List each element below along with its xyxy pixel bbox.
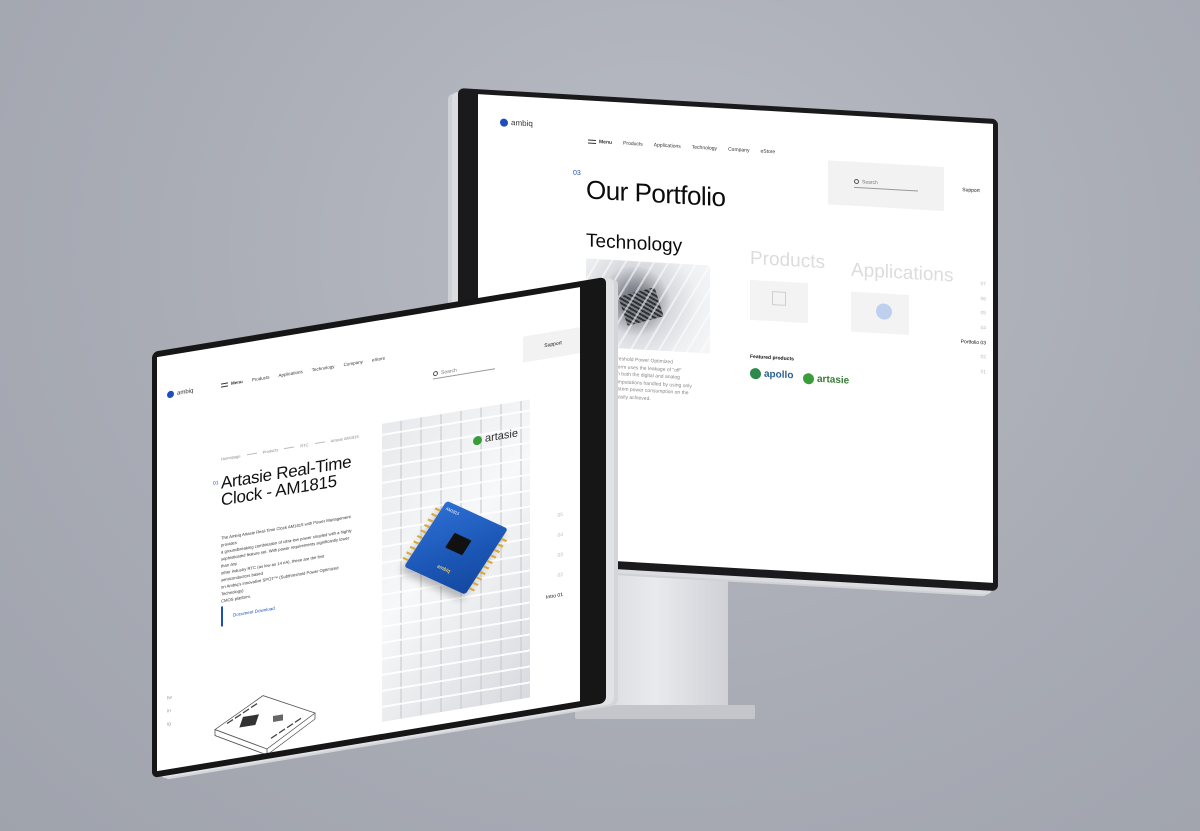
apollo-label: apollo — [764, 368, 794, 382]
pager-item[interactable]: 05 — [980, 310, 986, 316]
pager-item-active[interactable]: Intro 01 — [546, 592, 563, 601]
social-links: tw in ig — [167, 695, 172, 728]
featured-apollo[interactable]: apollo — [750, 367, 794, 382]
nav-applications[interactable]: Applications — [279, 369, 303, 378]
breadcrumb-separator — [246, 452, 257, 458]
product-photo: artasie AM1815 ambiq — [382, 399, 530, 722]
nav-estore[interactable]: eStore — [372, 355, 385, 362]
pager-item[interactable]: 06 — [980, 296, 986, 302]
hamburger-icon — [221, 381, 228, 388]
instagram-icon[interactable]: ig — [167, 721, 172, 728]
back-support-button[interactable]: Support — [944, 167, 993, 215]
pager-item[interactable]: 04 — [980, 325, 986, 331]
artasie-logo-icon — [803, 372, 814, 385]
nav-applications[interactable]: Applications — [654, 142, 681, 150]
front-support-button[interactable]: Support — [523, 326, 580, 363]
logo-text: ambiq — [177, 387, 194, 397]
front-monitor: ambiq Menu Products Applications Technol… — [152, 276, 606, 778]
nav-company[interactable]: Company — [344, 359, 363, 367]
artasie-logo-icon — [472, 434, 482, 446]
product-title: Artasie Real-Time Clock - AM1815 — [221, 452, 351, 510]
back-monitor-stand-base — [575, 705, 755, 719]
pager-item[interactable]: 05 — [557, 512, 563, 519]
linkedin-icon[interactable]: in — [167, 708, 172, 715]
back-logo[interactable]: ambiq — [500, 117, 533, 128]
nav-estore[interactable]: eStore — [760, 148, 775, 155]
artasie-label: artasie — [817, 373, 850, 387]
pager-item[interactable]: 01 — [980, 369, 986, 375]
page-title: Our Portfolio — [586, 174, 726, 213]
logo-icon — [500, 117, 508, 127]
twitter-icon[interactable]: tw — [167, 695, 172, 702]
nav-company[interactable]: Company — [728, 147, 749, 154]
apollo-logo-icon — [750, 367, 761, 380]
nav-products[interactable]: Products — [252, 375, 270, 383]
support-label: Support — [544, 340, 562, 350]
back-search-area: Search Support — [828, 160, 993, 215]
logo-icon — [167, 390, 174, 399]
front-nav: Menu Products Applications Technology Co… — [221, 355, 385, 388]
pager-item[interactable]: 02 — [980, 355, 986, 361]
board-label: AM1815 — [444, 505, 461, 517]
featured-products-label: Featured products — [750, 353, 794, 363]
front-monitor-screen: ambiq Menu Products Applications Technol… — [157, 287, 580, 772]
breadcrumb-item[interactable]: RTC — [300, 442, 308, 448]
application-icon — [876, 303, 892, 321]
nav-technology[interactable]: Technology — [312, 364, 335, 373]
section-number: 03 — [573, 169, 581, 178]
support-label: Support — [962, 187, 980, 195]
back-section-pager: 07 06 05 04 Portfolio 03 02 01 — [938, 279, 986, 375]
menu-label: Menu — [231, 378, 243, 386]
pager-item-active[interactable]: Portfolio 03 — [961, 339, 986, 346]
products-card[interactable] — [750, 279, 808, 324]
menu-label: Menu — [599, 139, 613, 146]
pager-item[interactable]: 03 — [557, 552, 563, 559]
pager-item[interactable]: 04 — [557, 532, 563, 539]
board-brand: ambiq — [435, 563, 452, 575]
front-section-pager: 05 04 03 02 Intro 01 — [541, 512, 563, 602]
section-number: 01 — [213, 479, 219, 487]
technology-heading[interactable]: Technology — [586, 230, 682, 258]
back-nav: Menu Products Applications Technology Co… — [588, 138, 775, 155]
front-search-input[interactable]: Search — [433, 359, 495, 380]
pager-item[interactable]: 07 — [980, 281, 986, 287]
search-icon — [433, 370, 438, 377]
back-menu-button[interactable]: Menu — [588, 138, 613, 146]
breadcrumb-separator — [314, 441, 325, 447]
board-chip — [445, 532, 472, 556]
document-download-label: Document Download — [233, 605, 275, 618]
breadcrumb-item[interactable]: Homepage — [221, 453, 241, 461]
nav-products[interactable]: Products — [623, 141, 643, 148]
front-menu-button[interactable]: Menu — [221, 379, 243, 388]
search-placeholder: Search — [862, 178, 878, 186]
front-logo[interactable]: ambiq — [167, 387, 194, 399]
breadcrumb-item[interactable]: Products — [263, 447, 279, 455]
nav-technology[interactable]: Technology — [692, 144, 717, 151]
pager-item[interactable]: 02 — [557, 572, 563, 579]
featured-artasie[interactable]: artasie — [803, 372, 850, 387]
search-icon — [854, 178, 859, 185]
applications-card[interactable] — [851, 291, 909, 336]
product-description: The Ambiq Artasie Real-Time Clock AM1815… — [221, 513, 353, 605]
breadcrumb-item: Artasie AM1815 — [330, 433, 359, 444]
back-search-input[interactable]: Search — [854, 175, 918, 192]
search-placeholder: Search — [441, 367, 457, 376]
logo-text: ambiq — [511, 118, 533, 129]
chip-outline-icon — [772, 291, 786, 306]
breadcrumb-separator — [284, 446, 295, 452]
products-heading[interactable]: Products — [750, 248, 825, 274]
hamburger-icon — [588, 139, 596, 144]
